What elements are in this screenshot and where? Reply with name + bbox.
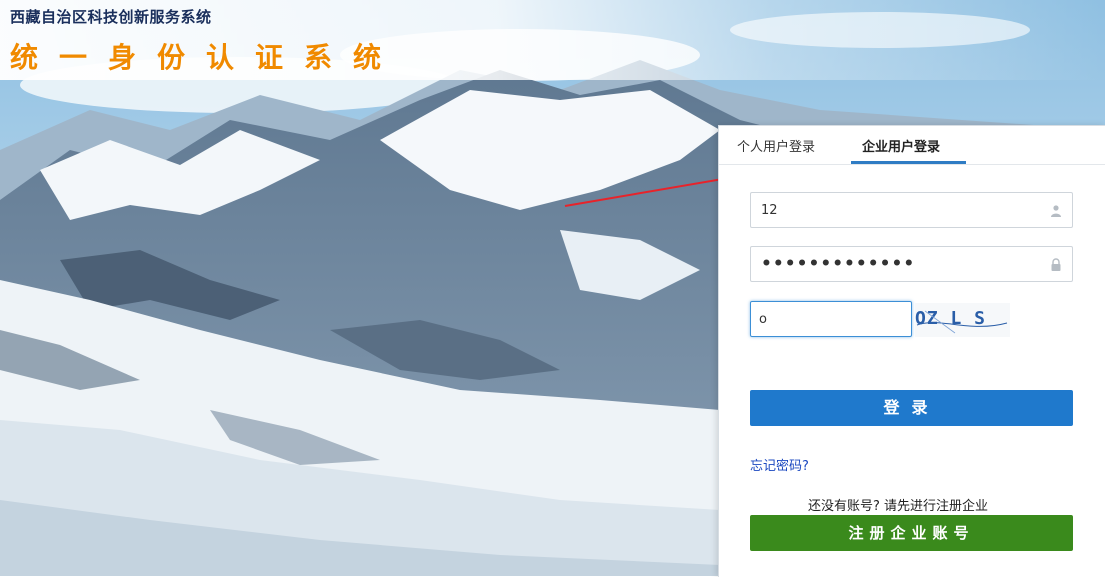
captcha-noise	[916, 310, 1008, 334]
tab-personal-login[interactable]: 个人用户登录	[737, 136, 815, 163]
username-field[interactable]	[750, 192, 1073, 228]
portal-title: 统一身份认证系统	[10, 41, 403, 74]
password-input[interactable]	[751, 247, 1051, 281]
register-hint: 还没有账号? 请先进行注册企业	[808, 499, 989, 514]
login-tabs: 个人用户登录 企业用户登录	[719, 126, 1105, 165]
register-enterprise-button[interactable]: 注册企业账号	[750, 515, 1073, 551]
password-field[interactable]	[750, 246, 1073, 282]
login-panel: 个人用户登录 企业用户登录 OZ L S 登录 忘记密码	[718, 125, 1105, 577]
lock-icon	[1050, 257, 1062, 271]
user-icon	[1050, 203, 1062, 217]
system-name: 西藏自治区科技创新服务系统	[10, 8, 212, 26]
active-tab-indicator	[851, 161, 966, 164]
username-input[interactable]	[751, 193, 1051, 227]
captcha-input[interactable]	[751, 302, 909, 336]
captcha-field[interactable]	[750, 301, 912, 337]
header: 西藏自治区科技创新服务系统 统一身份认证系统	[0, 0, 1105, 80]
captcha-image[interactable]: OZ L S	[915, 303, 1010, 337]
forgot-password-link[interactable]: 忘记密码?	[750, 455, 809, 474]
login-button[interactable]: 登录	[750, 390, 1073, 426]
tab-enterprise-login[interactable]: 企业用户登录	[862, 136, 940, 163]
